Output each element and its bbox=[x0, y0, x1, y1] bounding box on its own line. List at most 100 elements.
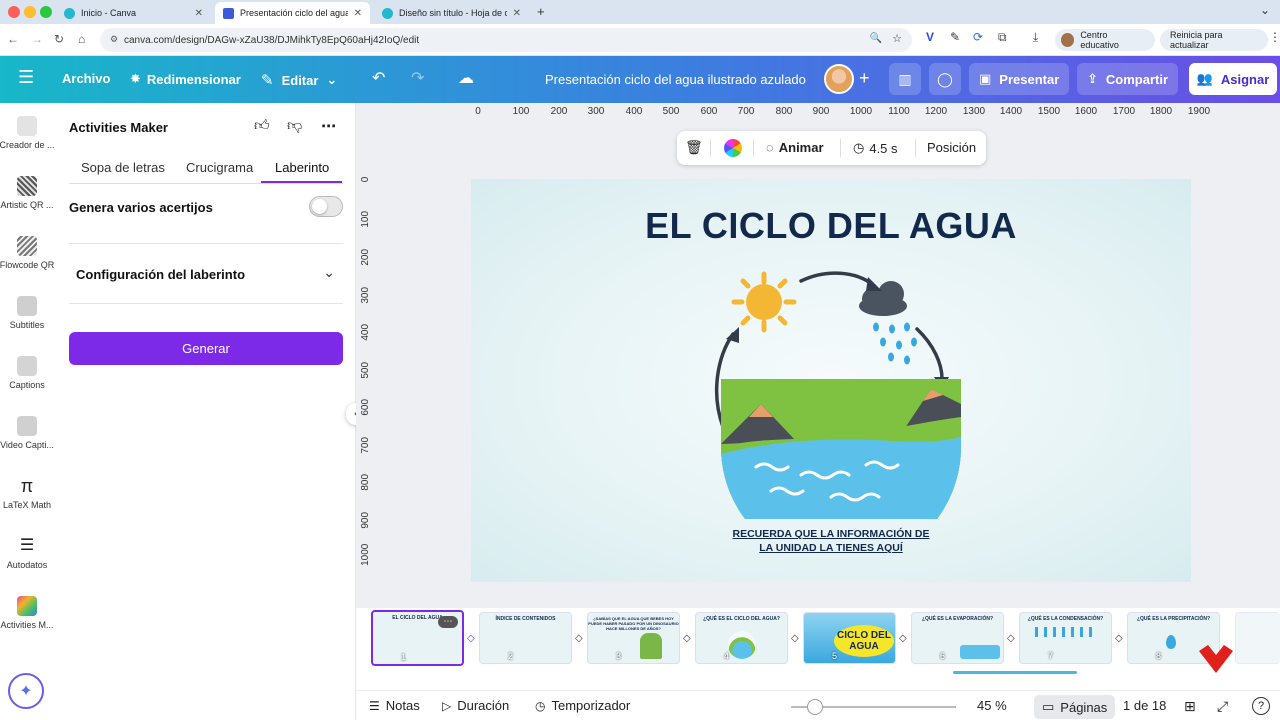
redo-icon[interactable]: ↷ bbox=[411, 68, 424, 88]
slide-link-text[interactable]: RECUERDA QUE LA INFORMACIÓN DE LA UNIDAD… bbox=[701, 527, 961, 555]
transition-icon[interactable]: ◇ bbox=[467, 633, 475, 644]
download-icon[interactable]: ⤓ bbox=[1033, 30, 1038, 45]
browser-tab-design[interactable]: Diseño sin título - Hoja de cá ✕ bbox=[374, 2, 529, 24]
bookmark-star-icon[interactable]: ☆ bbox=[892, 32, 902, 45]
more-options-icon[interactable]: ⋯ bbox=[321, 117, 336, 135]
insights-button[interactable]: ▥ bbox=[889, 63, 921, 95]
grid-view-icon[interactable]: ⊞ bbox=[1184, 698, 1196, 715]
rail-item-video-captions[interactable]: Video Capti... bbox=[0, 416, 54, 450]
close-tab-icon[interactable]: ✕ bbox=[354, 8, 362, 19]
page-thumbnail[interactable]: ¿QUÉ ES LA CONDENSACIÓN? 7 bbox=[1019, 612, 1112, 664]
thumbnail-more-icon[interactable]: ⋯ bbox=[438, 616, 458, 628]
page-thumbnail-partial[interactable] bbox=[1235, 612, 1280, 664]
ruler-tick-label: 1900 bbox=[1187, 106, 1211, 117]
rail-item-captions[interactable]: Captions bbox=[0, 356, 54, 390]
rail-item-artistic-qr[interactable]: Artistic QR ... bbox=[0, 176, 54, 210]
rail-item-autodatos[interactable]: ☰ Autodatos bbox=[0, 536, 54, 570]
page-counter[interactable]: 1 de 18 bbox=[1123, 698, 1166, 713]
thumbs-down-icon[interactable]: 👎︎ bbox=[287, 117, 302, 135]
caption-bubble-icon bbox=[17, 356, 37, 376]
assign-button[interactable]: 👥 Asignar bbox=[1189, 63, 1277, 95]
main-menu-icon[interactable]: ☰ bbox=[18, 67, 34, 88]
pages-button[interactable]: ▭ Páginas bbox=[1034, 695, 1116, 719]
multi-puzzle-toggle[interactable] bbox=[309, 196, 343, 217]
zoom-lens-icon[interactable]: 🔍 bbox=[870, 33, 882, 44]
color-picker-button[interactable] bbox=[724, 139, 742, 157]
tab-crucigrama[interactable]: Crucigrama bbox=[186, 160, 253, 175]
timer-button[interactable]: ◷ Temporizador bbox=[535, 698, 630, 713]
document-title[interactable]: Presentación ciclo del agua ilustrado az… bbox=[545, 72, 806, 87]
close-tab-icon[interactable]: ✕ bbox=[513, 8, 521, 19]
generate-button[interactable]: Generar bbox=[69, 332, 343, 365]
file-menu[interactable]: Archivo bbox=[62, 71, 110, 86]
zoom-slider-handle[interactable] bbox=[806, 699, 823, 715]
browser-tab-inicio[interactable]: Inicio - Canva ✕ bbox=[56, 2, 211, 24]
extension-pen-icon[interactable]: ✎ bbox=[950, 30, 960, 44]
collaborator-avatar[interactable] bbox=[824, 64, 854, 94]
forward-icon[interactable]: → bbox=[31, 32, 43, 46]
rail-item-activities-maker[interactable]: Activities M... bbox=[0, 596, 54, 630]
minimize-window-icon[interactable] bbox=[24, 6, 36, 18]
update-button[interactable]: Reinicia para actualizar bbox=[1160, 29, 1268, 51]
undo-icon[interactable]: ↶ bbox=[372, 68, 385, 88]
extension-translate-icon[interactable]: ⟳ bbox=[973, 30, 983, 44]
notes-button[interactable]: ☰ Notas bbox=[369, 698, 420, 713]
extension-v-icon[interactable]: V bbox=[926, 30, 934, 44]
animate-button[interactable]: ◌ Animar bbox=[766, 140, 824, 155]
timing-button[interactable]: ◷ 4.5 s bbox=[853, 140, 898, 156]
fullscreen-icon[interactable]: ⤢ bbox=[1217, 698, 1228, 715]
tab-menu-chevron-icon[interactable]: ⌄ bbox=[1260, 3, 1270, 17]
filmstrip-scrollbar[interactable] bbox=[953, 671, 1077, 674]
slide-canvas[interactable]: EL CICLO DEL AGUA RECUERDA QUE LA INFORM… bbox=[471, 179, 1191, 582]
rail-item-creador[interactable]: Creador de ... bbox=[0, 116, 55, 150]
page-thumbnail[interactable]: EL CICLO DEL AGUA ⋯ 1 bbox=[371, 610, 464, 666]
site-info-icon[interactable]: ⚙ bbox=[110, 34, 118, 45]
transition-icon[interactable]: ◇ bbox=[1115, 633, 1123, 644]
transition-icon[interactable]: ◇ bbox=[1007, 633, 1015, 644]
browser-tab-presentation[interactable]: Presentación ciclo del agua il ✕ bbox=[215, 2, 370, 24]
thumbs-up-icon[interactable]: 👍︎ bbox=[254, 117, 270, 135]
duration-button[interactable]: ▷ Duración bbox=[442, 698, 509, 713]
reload-icon[interactable]: ↻ bbox=[54, 32, 64, 46]
rail-item-subtitles[interactable]: Subtitles bbox=[0, 296, 54, 330]
tab-sopa-de-letras[interactable]: Sopa de letras bbox=[81, 160, 165, 175]
position-button[interactable]: Posición bbox=[927, 140, 976, 155]
page-thumbnail[interactable]: ¿QUÉ ES EL CICLO DEL AGUA? 4 bbox=[695, 612, 788, 664]
back-icon[interactable]: ← bbox=[7, 32, 19, 46]
edit-menu[interactable]: ✎ Editar ⌄ bbox=[261, 71, 337, 89]
animate-icon: ◌ bbox=[766, 140, 774, 155]
close-tab-icon[interactable]: ✕ bbox=[195, 8, 203, 19]
profile-button[interactable]: Centro educativo bbox=[1055, 29, 1155, 51]
home-icon[interactable]: ⌂ bbox=[78, 32, 85, 46]
resize-menu[interactable]: ✸ Redimensionar bbox=[130, 71, 241, 87]
maze-config-accordion[interactable]: Configuración del laberinto ⌄ bbox=[69, 258, 343, 288]
rail-item-flowcode-qr[interactable]: Flowcode QR bbox=[0, 236, 54, 270]
transition-icon[interactable]: ◇ bbox=[683, 633, 691, 644]
magic-assistant-button[interactable]: ✦ bbox=[8, 673, 44, 709]
transition-icon[interactable]: ◇ bbox=[575, 633, 583, 644]
extensions-puzzle-icon[interactable]: ⧉ bbox=[998, 30, 1007, 45]
page-thumbnail[interactable]: ¿SABÍAS QUE EL AGUA QUE BEBES HOY PUEDE … bbox=[587, 612, 680, 664]
present-button[interactable]: ▣ Presentar bbox=[969, 63, 1070, 95]
tab-laberinto[interactable]: Laberinto bbox=[275, 160, 329, 175]
zoom-level[interactable]: 45 % bbox=[977, 698, 1007, 713]
delete-trash-icon[interactable]: 🗑︎ bbox=[685, 139, 703, 156]
comments-button[interactable]: ◯ bbox=[929, 63, 961, 95]
maximize-window-icon[interactable] bbox=[40, 6, 52, 18]
browser-menu-icon[interactable]: ⋮ bbox=[1269, 30, 1280, 44]
water-cycle-illustration[interactable] bbox=[471, 179, 1191, 582]
rail-item-latex-math[interactable]: π LaTeX Math bbox=[0, 476, 54, 510]
url-input[interactable]: ⚙ canva.com/design/DAGw-xZaU38/DJMihkTy8… bbox=[100, 28, 912, 52]
cloud-saved-icon[interactable]: ☁ bbox=[458, 68, 474, 88]
help-icon[interactable]: ? bbox=[1252, 697, 1270, 715]
page-thumbnail[interactable]: ¿QUÉ ES LA EVAPORACIÓN? 6 bbox=[911, 612, 1004, 664]
page-thumbnail[interactable]: CICLO DEL AGUA 5 bbox=[803, 612, 896, 664]
transition-icon[interactable]: ◇ bbox=[899, 633, 907, 644]
new-tab-icon[interactable]: + bbox=[537, 4, 545, 19]
transition-icon[interactable]: ◇ bbox=[791, 633, 799, 644]
rail-item-label: Autodatos bbox=[6, 560, 48, 570]
share-button[interactable]: ⇪ Compartir bbox=[1077, 63, 1179, 95]
add-collaborator-icon[interactable]: + bbox=[859, 68, 870, 89]
page-thumbnail[interactable]: ÍNDICE DE CONTENIDOS 2 bbox=[479, 612, 572, 664]
close-window-icon[interactable] bbox=[8, 6, 20, 18]
